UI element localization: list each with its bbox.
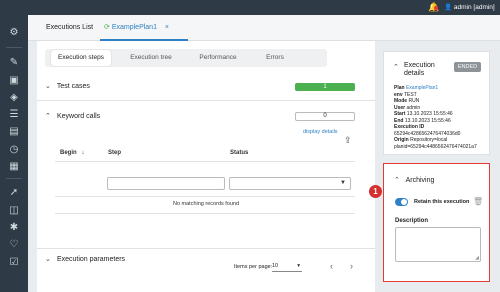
subtabs: Execution steps Execution tree Performan… — [45, 49, 327, 67]
column-status[interactable]: Status — [230, 150, 248, 156]
empty-table-message: No matching records found — [172, 201, 240, 207]
user-label: admin [admin] — [453, 4, 495, 11]
items-per-page-value: 10 — [272, 263, 279, 269]
main-panel: Execution steps Execution tree Performan… — [37, 41, 375, 292]
archiving-header[interactable]: ⌃ Archiving — [394, 176, 434, 184]
notification-dot — [434, 6, 438, 10]
display-details-link[interactable]: display details — [303, 129, 338, 135]
next-page-icon[interactable]: › — [350, 261, 353, 272]
execution-details-list: Plan ExamplePlan1 env TEST Mode RUN User… — [394, 85, 486, 150]
execution-parameters-header[interactable]: ⌄ Execution parameters — [45, 255, 125, 265]
checklist-icon[interactable]: ☑ — [8, 257, 20, 269]
retain-execution-toggle[interactable] — [395, 198, 408, 206]
status-filter-select[interactable]: ▼ — [229, 177, 351, 190]
cube-icon[interactable]: ◈ — [8, 92, 20, 104]
test-cases-count-bar: 1 — [295, 83, 355, 91]
status-badge: ENDED — [454, 62, 481, 72]
edit-icon[interactable]: ✎ — [8, 57, 20, 69]
prev-page-icon[interactable]: ‹ — [330, 261, 333, 272]
execution-details-title: Execution details — [404, 62, 435, 77]
sidebar: ⚙ ✎ ▣ ◈ ☰ ▤ ◷ ▦ ➚ ◫ ✱ ♡ ☑ — [0, 15, 28, 292]
divider — [37, 248, 375, 249]
items-per-page-select[interactable]: 10 ▾ — [272, 261, 302, 272]
keyword-calls-count: 0 — [295, 112, 355, 121]
chevron-up-icon: ⌃ — [45, 113, 51, 120]
chevron-down-icon: ⌄ — [45, 83, 51, 90]
keyword-calls-header[interactable]: ⌃ Keyword calls — [45, 112, 100, 122]
detail-row-planid: planid=65294c4486562476474021a7 — [394, 143, 477, 150]
top-bar: 🔔 👤 admin [admin] — [0, 0, 500, 15]
keyword-calls-label: Keyword calls — [56, 113, 101, 120]
archiving-panel: ⌃ Archiving Retain this execution 🗑 Desc… — [383, 163, 490, 282]
export-icon[interactable]: ⇪ — [344, 135, 352, 146]
layers-icon[interactable]: ◫ — [8, 205, 20, 217]
bug-icon[interactable]: ✱ — [8, 222, 20, 234]
chevron-up-icon[interactable]: ⌃ — [393, 63, 403, 71]
heart-icon[interactable]: ♡ — [8, 239, 20, 251]
test-cases-header[interactable]: ⌄ Test cases — [45, 82, 90, 92]
plan-status-icon: ⟳ — [104, 24, 110, 31]
close-tab-icon[interactable]: × — [165, 24, 169, 31]
description-label: Description — [395, 218, 429, 224]
step-filter-input[interactable] — [107, 177, 225, 190]
description-textarea[interactable]: ◢ — [395, 227, 481, 262]
column-begin-label: Begin — [60, 150, 77, 156]
subtab-execution-steps[interactable]: Execution steps — [51, 50, 111, 66]
subtab-performance[interactable]: Performance — [188, 50, 248, 66]
execution-details-panel: ⌃ Execution details ENDED Plan ExamplePl… — [383, 51, 490, 155]
divider — [55, 213, 355, 214]
caret-down-icon: ▼ — [340, 180, 346, 186]
calendar-icon[interactable]: ▦ — [8, 161, 20, 173]
chevron-up-icon: ⌃ — [394, 177, 400, 184]
execution-parameters-label: Execution parameters — [56, 256, 126, 263]
divider — [55, 161, 355, 162]
plan-link[interactable]: ExamplePlan1 — [406, 85, 438, 91]
resize-grip-icon[interactable]: ◢ — [475, 255, 479, 261]
caret-down-icon: ▾ — [297, 263, 300, 269]
sidebar-divider — [6, 178, 22, 179]
sort-desc-icon[interactable]: ↓ — [81, 150, 84, 156]
tabs-bar: Executions List ⟳ ExamplePlan1 × — [28, 15, 500, 41]
subtab-errors[interactable]: Errors — [255, 50, 295, 66]
sidebar-divider — [6, 47, 22, 48]
tab-example-plan[interactable]: ⟳ ExamplePlan1 × — [104, 23, 169, 33]
tab-example-plan-label: ExamplePlan1 — [111, 24, 157, 31]
callout-badge: 1 — [369, 185, 382, 198]
subtab-execution-tree[interactable]: Execution tree — [121, 50, 181, 66]
settings-icon[interactable]: ⚙ — [8, 27, 20, 39]
document-icon[interactable]: ▤ — [8, 126, 20, 138]
notification-bell-icon[interactable]: 🔔 — [428, 2, 439, 12]
box-icon[interactable]: ▣ — [8, 75, 20, 87]
detail-row-execution-id: Execution ID 65294c4286562476474036d0 — [394, 124, 461, 137]
user-menu[interactable]: 👤 admin [admin] — [444, 3, 495, 12]
trash-icon[interactable]: 🗑 — [473, 197, 483, 206]
user-icon: 👤 — [444, 4, 453, 11]
column-step[interactable]: Step — [108, 150, 121, 156]
retain-execution-label: Retain this execution — [414, 199, 470, 205]
tab-executions-list[interactable]: Executions List — [46, 23, 93, 33]
chevron-down-icon: ⌄ — [45, 256, 51, 263]
divider — [37, 100, 375, 101]
test-cases-label: Test cases — [56, 83, 90, 90]
rocket-icon[interactable]: ➚ — [8, 187, 20, 199]
column-begin[interactable]: Begin ↓ — [60, 150, 84, 156]
list-icon[interactable]: ☰ — [8, 109, 20, 121]
toggle-knob — [401, 199, 407, 205]
history-icon[interactable]: ◷ — [8, 144, 20, 156]
items-per-page-label: Items per page: — [234, 264, 273, 270]
divider — [55, 196, 355, 197]
archiving-title: Archiving — [405, 177, 435, 184]
